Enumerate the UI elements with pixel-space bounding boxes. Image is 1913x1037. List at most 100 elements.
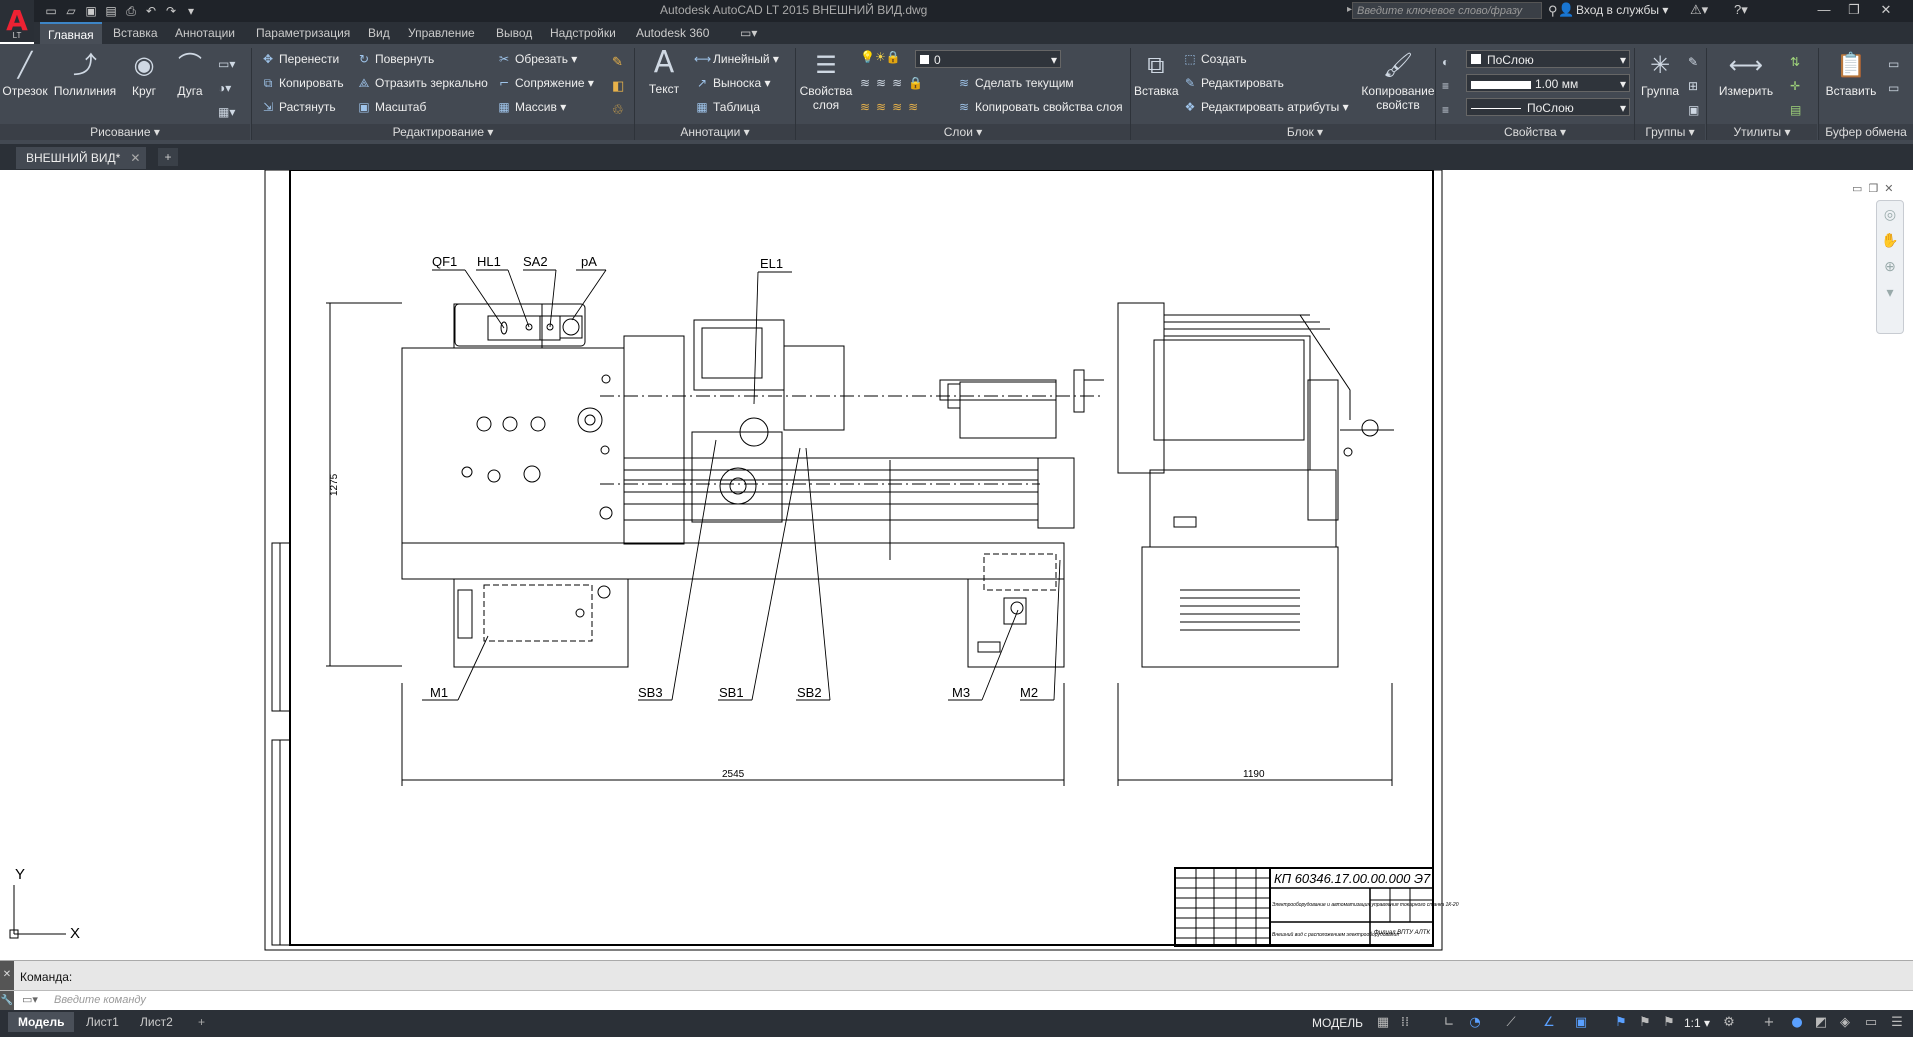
save-as-icon[interactable]: ▤ (104, 4, 118, 18)
file-tab-vneshniy-vid[interactable]: ВНЕШНИЙ ВИД* ✕ (16, 147, 146, 169)
line-button[interactable]: ╱ Отрезок (2, 50, 48, 98)
command-input[interactable]: Введите команду (54, 994, 146, 1006)
minimize-button[interactable]: — (1810, 0, 1838, 20)
panel-title-groups[interactable]: Группы ▾ (1635, 124, 1705, 140)
layer-tools-row1[interactable]: ≋≋≋🔒 (860, 76, 929, 90)
undo-icon[interactable]: ↶ (144, 4, 158, 18)
isolate-objects-icon[interactable]: ● (1788, 1014, 1806, 1032)
tab-home[interactable]: Главная (40, 22, 102, 44)
color-dropdown[interactable]: ПоСлою ▾ (1466, 50, 1630, 68)
tab-addins[interactable]: Надстройки (542, 22, 624, 44)
nav-tools[interactable]: ◎ ✋ ⊕ ▾ (1877, 201, 1903, 305)
stretch-button[interactable]: ⇲ Растянуть (260, 98, 336, 116)
tab-autodesk360[interactable]: Autodesk 360 (628, 22, 717, 44)
command-settings-icon[interactable]: 🔧 (0, 991, 14, 1011)
binoculars-icon[interactable]: ⚲ (1548, 3, 1558, 19)
leader-button[interactable]: ↗ Выноска ▾ (694, 74, 771, 92)
tab-model[interactable]: Модель (8, 1012, 75, 1032)
print-icon[interactable]: ⎙ (124, 4, 138, 18)
isodraft-icon[interactable]: ⟋ (1502, 1014, 1520, 1032)
auto-scale-icon[interactable]: ⚑ (1636, 1014, 1654, 1032)
group-tools[interactable]: ✎ ⊞ ▣ (1688, 50, 1699, 122)
tab-insert[interactable]: Вставка (105, 22, 166, 44)
edit-attributes-button[interactable]: ❖ Редактировать атрибуты ▾ (1182, 98, 1349, 116)
layer-tools-row2[interactable]: ≋≋≋≋ (860, 100, 924, 114)
measure-button[interactable]: ⟷ Измерить (1714, 50, 1778, 98)
add-layout-button[interactable]: + (188, 1012, 215, 1032)
panel-title-block[interactable]: Блок ▾ (1131, 124, 1479, 140)
ribbon-options-icon[interactable]: ▭▾ (732, 22, 765, 44)
customization-menu-icon[interactable]: ☰ (1888, 1014, 1906, 1032)
group-button[interactable]: ✳ Группа (1638, 50, 1682, 98)
redo-icon[interactable]: ↷ (164, 4, 178, 18)
panel-title-modify[interactable]: Редактирование ▾ (252, 124, 634, 140)
tab-layout1[interactable]: Лист1 (76, 1012, 129, 1032)
circle-button[interactable]: ◉ Круг (124, 50, 164, 98)
search-input[interactable]: Введите ключевое слово/фразу (1352, 2, 1542, 19)
mirror-button[interactable]: ⟁ Отразить зеркально (356, 74, 488, 92)
insert-block-button[interactable]: ⧉ Вставка (1134, 50, 1179, 98)
clipboard-tools[interactable]: ▭ ▭ (1888, 52, 1899, 100)
polyline-button[interactable]: ⤴ Полилиния (52, 50, 118, 98)
viewport-window-controls[interactable]: ▭❐✕ (1852, 182, 1899, 195)
navigation-bar[interactable]: ◎ ✋ ⊕ ▾ (1876, 200, 1904, 334)
object-snap-icon[interactable]: ▣ (1572, 1014, 1590, 1032)
snap-icon[interactable]: ⁞⁞ (1396, 1014, 1414, 1032)
panel-title-annotation[interactable]: Аннотации ▾ (635, 124, 795, 140)
make-current-button[interactable]: ≋ Сделать текущим (956, 74, 1074, 92)
layer-dropdown[interactable]: 0 ▾ (915, 50, 1061, 68)
command-line[interactable]: 🔧 ▭▾ Введите команду (0, 990, 1913, 1011)
edit-block-button[interactable]: ✎ Редактировать (1182, 74, 1284, 92)
command-prompt-icon[interactable]: ▭▾ (22, 993, 38, 1006)
annotation-monitor-icon[interactable]: + (1760, 1014, 1778, 1032)
polar-tracking-icon[interactable]: ◔ (1466, 1014, 1484, 1032)
table-button[interactable]: ▦ Таблица (694, 98, 760, 116)
drawing-canvas[interactable]: QF1 HL1 SA2 pA EL1 M1 SB3 SB1 SB2 M3 M2 … (0, 170, 1913, 956)
login-button[interactable]: Вход в службы ▾ (1576, 3, 1668, 17)
match-layer-button[interactable]: ≋ Копировать свойства слоя (956, 98, 1123, 116)
modify-extra-tools[interactable]: ✎ ◧ ♲ (612, 50, 624, 122)
grid-icon[interactable]: ▦ (1374, 1014, 1392, 1032)
workspace-gear-icon[interactable]: ⚙ (1720, 1014, 1738, 1032)
close-window-button[interactable]: ✕ (1872, 0, 1900, 20)
text-button[interactable]: A Текст (642, 48, 686, 97)
fillet-button[interactable]: ⌐ Сопряжение ▾ (496, 74, 594, 92)
tab-annotate[interactable]: Аннотации (167, 22, 243, 44)
clean-screen-icon[interactable]: ◈ (1836, 1014, 1854, 1032)
scale-button[interactable]: ▣ Масштаб (356, 98, 426, 116)
panel-title-properties[interactable]: Свойства ▾ (1436, 124, 1634, 140)
annotation-scale-icon[interactable]: ⚑ (1660, 1014, 1678, 1032)
utility-tools[interactable]: ⇅ ✛ ▤ (1790, 50, 1801, 122)
application-menu-button[interactable]: A LT (0, 0, 34, 42)
tab-manage[interactable]: Управление (400, 22, 483, 44)
tab-output[interactable]: Вывод (488, 22, 540, 44)
help-icon[interactable]: ?▾ (1734, 2, 1748, 18)
command-close-icon[interactable]: ✕ (0, 961, 14, 991)
panel-title-draw[interactable]: Рисование ▾ (0, 124, 250, 140)
trim-button[interactable]: ✂ Обрезать ▾ (496, 50, 577, 68)
copy-button[interactable]: ⧉ Копировать (260, 74, 344, 92)
open-icon[interactable]: ▱ (64, 4, 78, 18)
linetype-dropdown[interactable]: ПоСлою ▾ (1466, 98, 1630, 116)
fullscreen-icon[interactable]: ▭ (1862, 1014, 1880, 1032)
hardware-acceleration-icon[interactable]: ◩ (1812, 1014, 1830, 1032)
panel-title-clipboard[interactable]: Буфер обмена (1819, 124, 1913, 140)
draw-extra-tools[interactable]: ▭▾ ◑▾ ▦▾ (218, 52, 235, 124)
annotation-scale-dropdown[interactable]: 1:1 ▾ (1684, 1016, 1710, 1030)
move-button[interactable]: ✥ Перенести (260, 50, 339, 68)
model-space-toggle[interactable]: МОДЕЛЬ (1312, 1016, 1363, 1030)
new-tab-button[interactable]: + (158, 148, 178, 166)
linear-dimension-button[interactable]: ⟷ Линейный ▾ (694, 50, 779, 68)
rotate-button[interactable]: ↻ Повернуть (356, 50, 434, 68)
qat-more-icon[interactable]: ▾ (184, 4, 198, 18)
create-block-button[interactable]: ⬚ Создать (1182, 50, 1246, 68)
close-tab-icon[interactable]: ✕ (130, 151, 140, 165)
new-icon[interactable]: ▭ (44, 4, 58, 18)
paste-button[interactable]: 📋 Вставить (1822, 50, 1880, 98)
annotation-visibility-icon[interactable]: ⚑ (1612, 1014, 1630, 1032)
match-properties-button[interactable]: 🖌 Копирование свойств (1360, 50, 1436, 112)
panel-title-utilities[interactable]: Утилиты ▾ (1707, 124, 1817, 140)
layer-properties-button[interactable]: ☰ Свойства слоя (798, 50, 854, 112)
panel-title-layers[interactable]: Слои ▾ (796, 124, 1130, 140)
tab-parametric[interactable]: Параметризация (248, 22, 358, 44)
